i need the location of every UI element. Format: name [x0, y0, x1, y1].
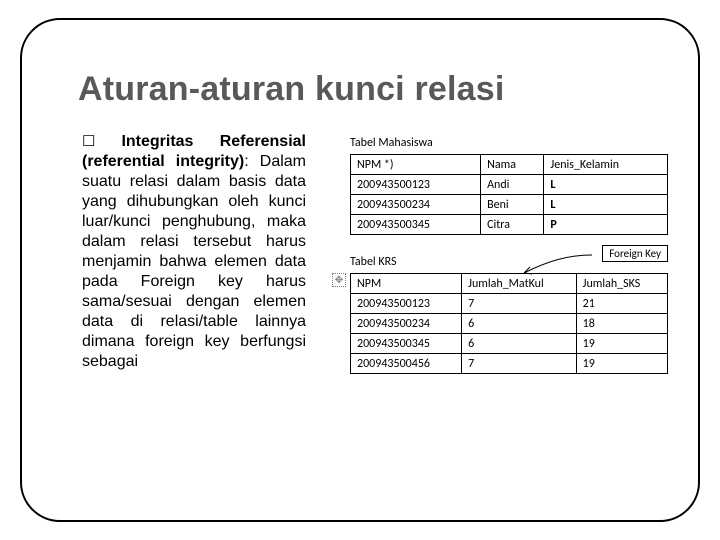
cell: 6	[462, 314, 576, 334]
table-row: 200943500345 6 19	[351, 334, 668, 354]
slide: Aturan-aturan kunci relasi ☐ Integritas …	[0, 0, 720, 540]
table-row: NPM *) Nama Jenis_Kelamin	[351, 155, 668, 175]
cell: P	[544, 215, 668, 235]
body-rest: : Dalam suatu relasi dalam basis data ya…	[82, 153, 306, 370]
table-mahasiswa: NPM *) Nama Jenis_Kelamin 200943500123 A…	[350, 154, 668, 235]
table2-h0: NPM	[351, 274, 462, 294]
table1-h2: Jenis_Kelamin	[544, 155, 668, 175]
table-row: 200943500123 Andi L	[351, 175, 668, 195]
foreign-key-annotation: Foreign Key ✥ Tabel KRS NPM Jumlah_MatKu…	[350, 255, 668, 374]
cell: Citra	[481, 215, 544, 235]
cell: 200943500345	[351, 215, 481, 235]
cell: Beni	[481, 195, 544, 215]
cell: 200943500345	[351, 334, 462, 354]
cell: L	[544, 195, 668, 215]
table-row: 200943500123 7 21	[351, 294, 668, 314]
table1-h1: Nama	[481, 155, 544, 175]
cell: 200943500123	[351, 294, 462, 314]
cell: Andi	[481, 175, 544, 195]
table-row: 200943500234 Beni L	[351, 195, 668, 215]
cell: 6	[462, 334, 576, 354]
cell: 21	[576, 294, 667, 314]
table-row: 200943500456 7 19	[351, 354, 668, 374]
table-row: 200943500345 Citra P	[351, 215, 668, 235]
table2-h1: Jumlah_MatKul	[462, 274, 576, 294]
anchor-icon: ✥	[332, 273, 346, 287]
cell: 19	[576, 354, 667, 374]
table-row: NPM Jumlah_MatKul Jumlah_SKS	[351, 274, 668, 294]
cell: 19	[576, 334, 667, 354]
body-paragraph: ☐ Integritas Referensial (referential in…	[82, 132, 306, 372]
tables-area: Tabel Mahasiswa NPM *) Nama Jenis_Kelami…	[350, 136, 668, 374]
cell: 18	[576, 314, 667, 334]
slide-heading: Aturan-aturan kunci relasi	[78, 70, 505, 109]
cell: 200943500234	[351, 195, 481, 215]
cell: 7	[462, 294, 576, 314]
table2-title-row: ✥ Tabel KRS	[350, 255, 668, 269]
table1-title: Tabel Mahasiswa	[350, 136, 668, 150]
cell: L	[544, 175, 668, 195]
table2-title: Tabel KRS	[350, 255, 397, 269]
cell: 7	[462, 354, 576, 374]
table-row: 200943500234 6 18	[351, 314, 668, 334]
table2-h2: Jumlah_SKS	[576, 274, 667, 294]
table-krs: NPM Jumlah_MatKul Jumlah_SKS 20094350012…	[350, 273, 668, 374]
cell: 200943500456	[351, 354, 462, 374]
bullet-icon: ☐	[82, 133, 121, 150]
table1-h0: NPM *)	[351, 155, 481, 175]
cell: 200943500123	[351, 175, 481, 195]
cell: 200943500234	[351, 314, 462, 334]
